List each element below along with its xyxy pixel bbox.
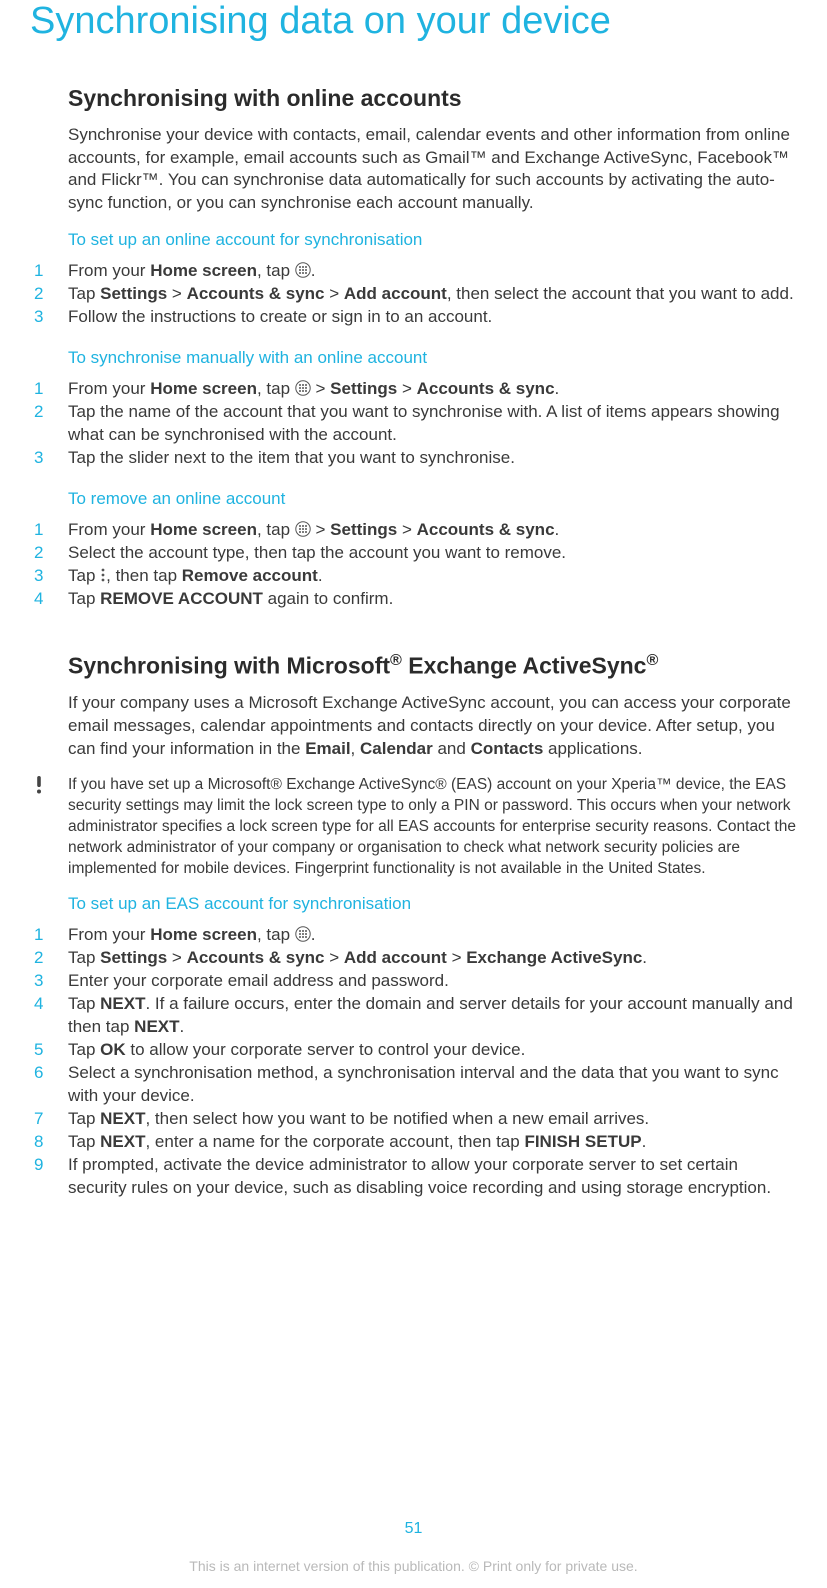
step-text: Tap Settings > Accounts & sync > Add acc… bbox=[68, 947, 797, 970]
procedure-heading: To remove an online account bbox=[68, 488, 797, 511]
step: 1 From your Home screen, tap > Settings … bbox=[68, 519, 797, 542]
step: 6 Select a synchronisation method, a syn… bbox=[68, 1062, 797, 1108]
section-intro: If your company uses a Microsoft Exchang… bbox=[68, 692, 797, 761]
step-number: 2 bbox=[34, 947, 68, 970]
step: 2 Tap Settings > Accounts & sync > Add a… bbox=[68, 283, 797, 306]
step-number: 1 bbox=[34, 924, 68, 947]
step-text: From your Home screen, tap . bbox=[68, 924, 797, 947]
step-text: Tap OK to allow your corporate server to… bbox=[68, 1039, 797, 1062]
step: 1 From your Home screen, tap > Settings … bbox=[68, 378, 797, 401]
section-exchange: Synchronising with Microsoft® Exchange A… bbox=[68, 650, 797, 1199]
footer-note: This is an internet version of this publ… bbox=[0, 1558, 827, 1574]
step-text: Tap the name of the account that you wan… bbox=[68, 401, 797, 447]
step: 3 Tap the slider next to the item that y… bbox=[68, 447, 797, 470]
section-intro: Synchronise your device with contacts, e… bbox=[68, 124, 797, 216]
step-number: 5 bbox=[34, 1039, 68, 1062]
section-online-accounts: Synchronising with online accounts Synch… bbox=[68, 84, 797, 611]
step-number: 2 bbox=[34, 283, 68, 306]
step-number: 4 bbox=[34, 588, 68, 611]
step: 3 Enter your corporate email address and… bbox=[68, 970, 797, 993]
step-text: From your Home screen, tap . bbox=[68, 260, 797, 283]
step-text: Tap REMOVE ACCOUNT again to confirm. bbox=[68, 588, 797, 611]
important-note: If you have set up a Microsoft® Exchange… bbox=[68, 775, 797, 880]
step-text: Tap NEXT, enter a name for the corporate… bbox=[68, 1131, 797, 1154]
procedure-steps: 1 From your Home screen, tap . 2 Tap Set… bbox=[68, 260, 797, 329]
step-text: Select a synchronisation method, a synch… bbox=[68, 1062, 797, 1108]
procedure-heading: To set up an EAS account for synchronisa… bbox=[68, 893, 797, 916]
step-number: 3 bbox=[34, 565, 68, 588]
step-text: From your Home screen, tap > Settings > … bbox=[68, 378, 797, 401]
step-number: 9 bbox=[34, 1154, 68, 1177]
apps-grid-icon bbox=[295, 926, 311, 942]
step: 2 Tap the name of the account that you w… bbox=[68, 401, 797, 447]
step: 3 Follow the instructions to create or s… bbox=[68, 306, 797, 329]
step: 3 Tap , then tap Remove account. bbox=[68, 565, 797, 588]
step: 8 Tap NEXT, enter a name for the corpora… bbox=[68, 1131, 797, 1154]
exclamation-icon bbox=[34, 775, 68, 799]
step-number: 2 bbox=[34, 542, 68, 565]
step: 5 Tap OK to allow your corporate server … bbox=[68, 1039, 797, 1062]
apps-grid-icon bbox=[295, 262, 311, 278]
apps-grid-icon bbox=[295, 380, 311, 396]
procedure-heading: To synchronise manually with an online a… bbox=[68, 347, 797, 370]
procedure-steps: 1 From your Home screen, tap > Settings … bbox=[68, 378, 797, 470]
step-number: 3 bbox=[34, 970, 68, 993]
step-text: From your Home screen, tap > Settings > … bbox=[68, 519, 797, 542]
step-number: 6 bbox=[34, 1062, 68, 1085]
step: 1 From your Home screen, tap . bbox=[68, 924, 797, 947]
step: 1 From your Home screen, tap . bbox=[68, 260, 797, 283]
step: 7 Tap NEXT, then select how you want to … bbox=[68, 1108, 797, 1131]
step: 9 If prompted, activate the device admin… bbox=[68, 1154, 797, 1200]
apps-grid-icon bbox=[295, 521, 311, 537]
step-number: 1 bbox=[34, 378, 68, 401]
step-number: 3 bbox=[34, 447, 68, 470]
step-number: 7 bbox=[34, 1108, 68, 1131]
step-text: Select the account type, then tap the ac… bbox=[68, 542, 797, 565]
step: 4 Tap REMOVE ACCOUNT again to confirm. bbox=[68, 588, 797, 611]
page-title: Synchronising data on your device bbox=[30, 0, 797, 44]
step-text: Tap the slider next to the item that you… bbox=[68, 447, 797, 470]
procedure-steps: 1 From your Home screen, tap . 2 Tap Set… bbox=[68, 924, 797, 1199]
step: 2 Tap Settings > Accounts & sync > Add a… bbox=[68, 947, 797, 970]
step-number: 3 bbox=[34, 306, 68, 329]
section-heading: Synchronising with online accounts bbox=[68, 84, 797, 114]
step-number: 4 bbox=[34, 993, 68, 1016]
step-number: 1 bbox=[34, 260, 68, 283]
step-text: Tap , then tap Remove account. bbox=[68, 565, 797, 588]
step-number: 1 bbox=[34, 519, 68, 542]
procedure-heading: To set up an online account for synchron… bbox=[68, 229, 797, 252]
step-text: Tap Settings > Accounts & sync > Add acc… bbox=[68, 283, 797, 306]
step: 2 Select the account type, then tap the … bbox=[68, 542, 797, 565]
step: 4 Tap NEXT. If a failure occurs, enter t… bbox=[68, 993, 797, 1039]
step-text: Tap NEXT. If a failure occurs, enter the… bbox=[68, 993, 797, 1039]
note-text: If you have set up a Microsoft® Exchange… bbox=[68, 775, 797, 880]
document-page: Synchronising data on your device Synchr… bbox=[0, 0, 827, 1588]
page-number: 51 bbox=[0, 1520, 827, 1538]
step-number: 8 bbox=[34, 1131, 68, 1154]
step-text: Tap NEXT, then select how you want to be… bbox=[68, 1108, 797, 1131]
step-number: 2 bbox=[34, 401, 68, 424]
procedure-steps: 1 From your Home screen, tap > Settings … bbox=[68, 519, 797, 611]
section-heading: Synchronising with Microsoft® Exchange A… bbox=[68, 650, 797, 682]
step-text: Enter your corporate email address and p… bbox=[68, 970, 797, 993]
step-text: If prompted, activate the device adminis… bbox=[68, 1154, 797, 1200]
step-text: Follow the instructions to create or sig… bbox=[68, 306, 797, 329]
